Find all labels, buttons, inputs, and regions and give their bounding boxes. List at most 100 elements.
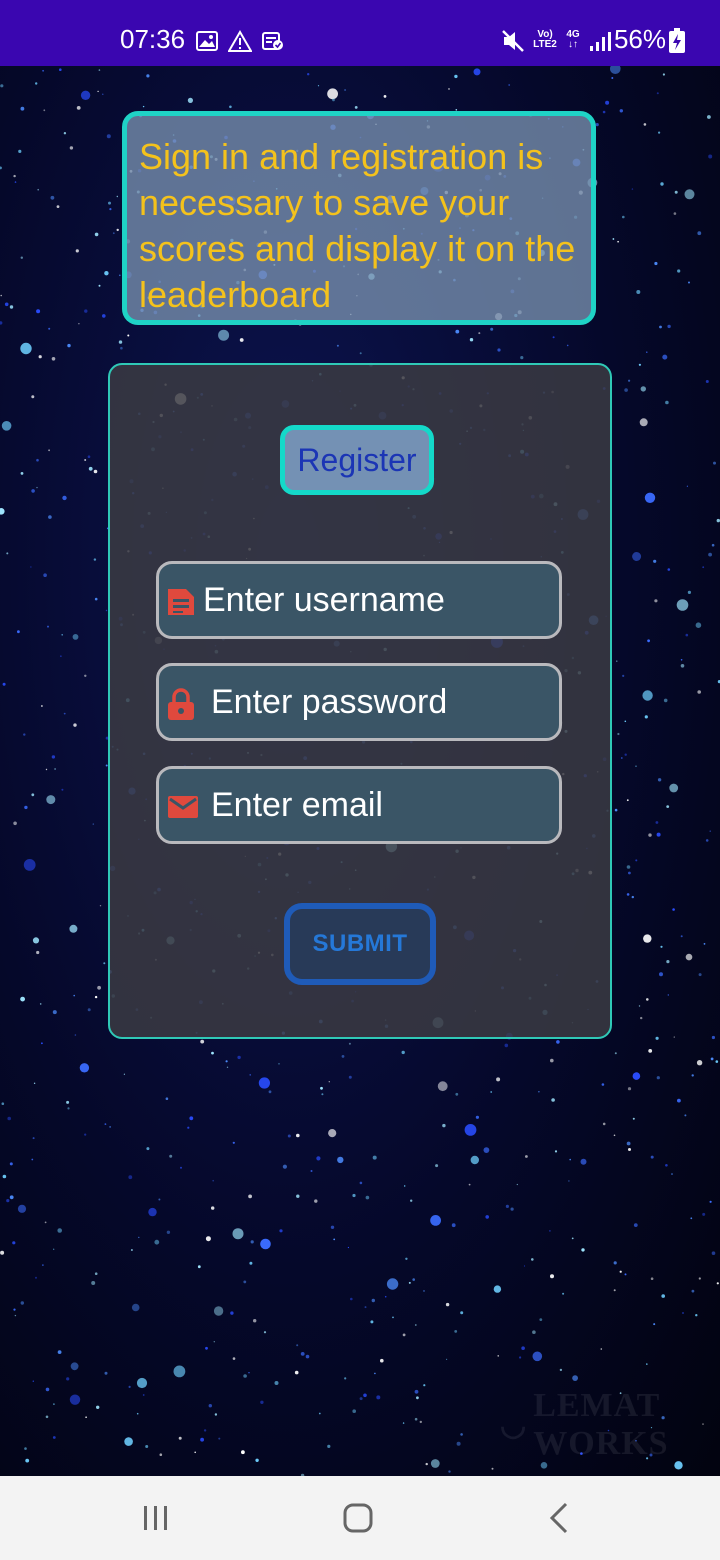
star [580,1158,587,1165]
star [173,1365,186,1378]
star [36,486,38,489]
status-bar: 07:36 Vo) LTE2 4G ↓↑ 56% [0,0,720,66]
watermark-text: LEMAT WORKS [533,1387,669,1462]
star [632,1117,635,1120]
star [624,388,628,392]
star [568,1180,570,1182]
star [25,1458,30,1463]
image-icon [196,31,218,51]
star [127,334,130,337]
star [676,599,689,611]
home-icon[interactable] [328,1496,388,1540]
star [448,88,450,90]
star [212,1179,214,1182]
star [653,559,657,563]
star [105,609,108,612]
mail-icon [168,796,198,818]
star [97,90,99,93]
username-field[interactable] [156,561,562,639]
password-input[interactable] [211,666,551,738]
star [371,1298,375,1303]
star [643,934,652,943]
star [640,386,646,392]
star [650,1155,654,1159]
star [158,1198,161,1201]
star [57,1350,62,1354]
star [327,88,338,100]
star [617,240,619,243]
email-input[interactable] [211,769,551,841]
star [707,115,711,119]
star [711,1035,716,1040]
star [680,935,683,938]
star [328,1081,330,1083]
star [211,1206,215,1210]
back-icon[interactable] [530,1496,590,1540]
star [76,106,81,110]
star [75,249,79,253]
star [639,418,648,427]
star [711,543,715,547]
star [532,1351,543,1362]
star [610,66,621,74]
star [516,1183,518,1186]
star [119,274,121,277]
star [628,379,631,382]
battery-percent: 56% [613,24,666,54]
star [550,1058,554,1063]
star [69,146,74,150]
star [667,324,671,329]
star [454,74,458,79]
star [666,805,670,808]
star [632,1072,641,1080]
star [619,1270,622,1273]
star [0,508,5,515]
star [213,1341,215,1343]
star [659,325,662,329]
star [260,1400,264,1405]
submit-button[interactable]: SUBMIT [284,903,436,985]
star [84,459,87,461]
star [91,1281,96,1285]
star [702,1212,706,1216]
star [354,106,358,109]
star [42,1264,44,1266]
star [559,1368,563,1372]
star [78,323,80,325]
star [128,1175,133,1180]
document-icon [168,589,194,615]
username-input[interactable] [203,564,543,636]
star [380,1358,384,1363]
star [232,1357,236,1360]
star [708,552,712,557]
star [359,352,362,355]
star [250,1240,254,1244]
star [99,905,102,907]
star [6,552,9,555]
star [612,238,615,240]
star [330,1225,335,1230]
email-field[interactable] [156,766,562,844]
star [626,865,631,869]
star [419,1420,422,1424]
star [51,357,56,361]
star [84,1133,87,1136]
star [237,1055,241,1060]
star [550,1274,554,1279]
star [672,908,675,911]
star [109,1126,111,1128]
watermark-logo-icon: ◡ [500,1408,528,1442]
star [260,1238,271,1250]
star [661,1294,665,1298]
star [59,68,62,71]
star [348,1042,351,1045]
password-field[interactable] [156,663,562,741]
star [446,1358,448,1360]
star [17,630,20,634]
star [383,95,387,98]
star [282,1164,287,1169]
register-form-card: Register SUBMIT [108,363,612,1039]
recent-apps-icon[interactable] [126,1496,186,1540]
star [31,793,35,797]
star [12,1241,16,1245]
